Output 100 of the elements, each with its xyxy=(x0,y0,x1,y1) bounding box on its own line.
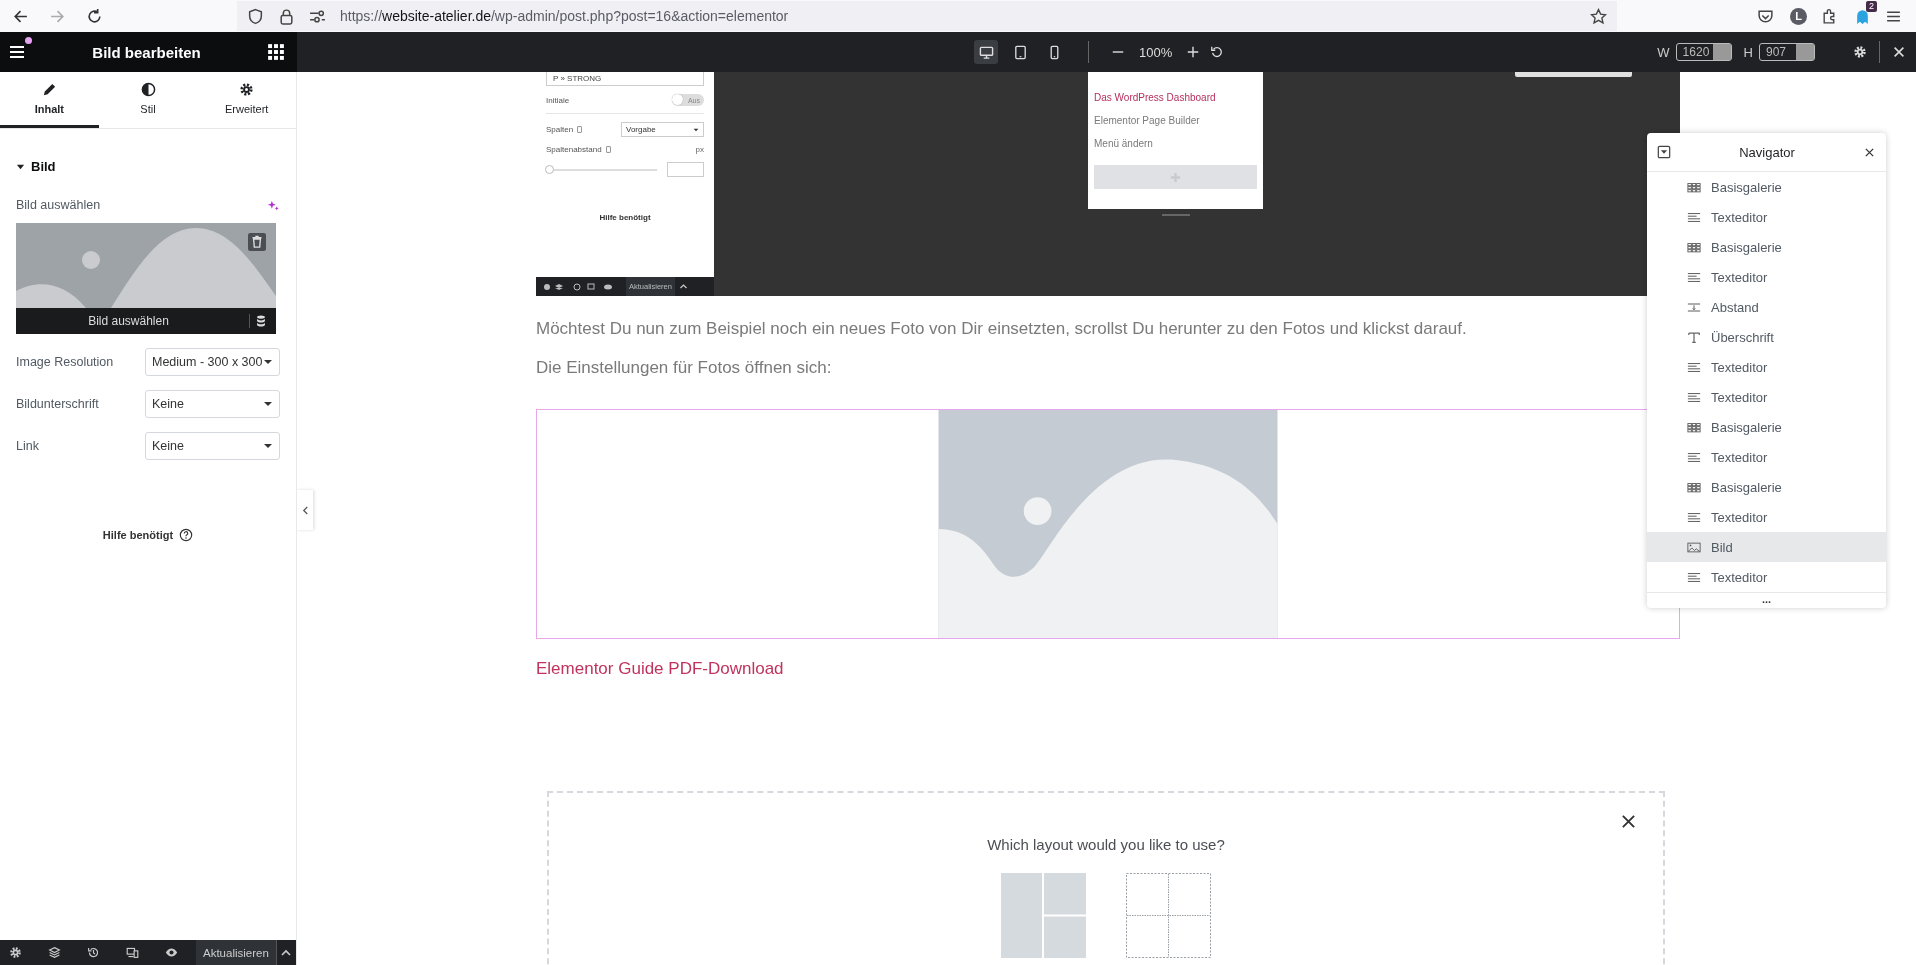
caret-icon xyxy=(16,162,25,171)
collapse-icon[interactable] xyxy=(1657,145,1671,159)
dropdown-caret-icon xyxy=(263,441,273,451)
navigator-item[interactable]: Überschrift xyxy=(1647,322,1886,352)
zoom-level: 100% xyxy=(1139,44,1173,60)
navigator-item[interactable]: Texteditor xyxy=(1647,262,1886,292)
layers-icon[interactable] xyxy=(48,946,61,959)
bookmark-star-icon[interactable] xyxy=(1590,7,1607,25)
lock-icon[interactable] xyxy=(278,7,295,25)
field-label: Image Resolution xyxy=(16,355,114,369)
text-lines-icon xyxy=(1687,211,1701,223)
number-field xyxy=(667,162,704,177)
dropdown-caret-icon xyxy=(263,399,273,409)
text-lines-icon xyxy=(1687,271,1701,283)
field-label: Link xyxy=(16,439,39,453)
notification-badge: 2 xyxy=(1866,0,1877,12)
help-icon[interactable] xyxy=(179,528,194,542)
text-lines-icon xyxy=(1687,451,1701,463)
address-bar[interactable]: https://website-atelier.de/wp-admin/post.php?post=16&action=elementor xyxy=(237,1,1617,31)
select-field[interactable]: Medium - 300 x 300 xyxy=(145,348,280,376)
navigator-item[interactable]: Texteditor xyxy=(1647,202,1886,232)
width-field[interactable]: 1620 xyxy=(1675,43,1732,61)
section-toggle[interactable]: Bild xyxy=(16,159,56,174)
unit-selector: px xyxy=(695,145,704,154)
navigator-item[interactable]: Texteditor xyxy=(1647,442,1886,472)
reset-icon[interactable] xyxy=(1210,45,1225,59)
panel-tab[interactable]: Erweitert xyxy=(197,72,296,128)
shield-icon[interactable] xyxy=(247,7,264,25)
text-lines-icon xyxy=(1687,511,1701,523)
help-link[interactable]: Hilfe benötigt xyxy=(102,529,174,541)
text-lines-icon xyxy=(1687,361,1701,373)
gallery-icon xyxy=(1687,181,1701,193)
reload-icon[interactable] xyxy=(86,7,103,25)
paragraph: Die Einstellungen für Fotos öffnen sich: xyxy=(536,357,833,379)
history-icon[interactable] xyxy=(87,946,100,959)
navigator-item[interactable]: Basisgalerie xyxy=(1647,172,1886,202)
navigator-item[interactable]: Texteditor xyxy=(1647,562,1886,592)
grid-layout-option[interactable] xyxy=(1126,873,1211,958)
setting-label: Spaltenabstand xyxy=(546,145,602,154)
resize-handle xyxy=(1162,214,1190,216)
url-text: https://website-atelier.de/wp-admin/post.php?post=16&action=elementor xyxy=(340,8,789,24)
gallery-icon xyxy=(1687,481,1701,493)
navigator-item[interactable]: Bild xyxy=(1647,532,1886,562)
heading-icon xyxy=(1687,331,1701,343)
more-indicator: ... xyxy=(1647,592,1886,608)
responsive-icon[interactable] xyxy=(126,946,139,959)
account-avatar[interactable]: L xyxy=(1790,7,1807,25)
download-link[interactable]: Elementor Guide PDF-Download xyxy=(536,659,784,679)
close-icon[interactable] xyxy=(1621,814,1636,829)
contrast-icon xyxy=(140,82,156,97)
paragraph: Möchtest Du nun zum Beispiel noch ein neues Foto von Dir einsetzten, scrollst Du herunter zu den Fotos und klickst darauf. xyxy=(536,318,1468,340)
permissions-icon[interactable] xyxy=(309,7,326,25)
pencil-icon xyxy=(41,82,57,97)
select-field: Vorgabe xyxy=(621,122,704,137)
navigator-item[interactable]: Texteditor xyxy=(1647,382,1886,412)
menu-icon[interactable] xyxy=(8,43,26,61)
update-button[interactable]: Aktualisieren xyxy=(196,940,276,965)
spacer-icon xyxy=(1687,301,1701,313)
breadcrumb-field: P » STRONG xyxy=(546,72,704,86)
gallery-icon xyxy=(1687,241,1701,253)
setting-label: Spalten xyxy=(546,125,574,134)
gear-icon xyxy=(239,82,255,97)
gallery-icon xyxy=(1687,421,1701,433)
database-icon[interactable] xyxy=(249,314,268,328)
select-field[interactable]: Keine xyxy=(145,432,280,460)
width-label: W xyxy=(1657,44,1670,60)
layout-question: Which layout would you like to use? xyxy=(987,836,1225,853)
navigator-item[interactable]: Basisgalerie xyxy=(1647,412,1886,442)
mobile-icon xyxy=(577,126,583,133)
dropdown-caret-icon xyxy=(263,357,273,367)
ghost-extension-icon[interactable] xyxy=(1854,7,1871,25)
zoom-in-icon[interactable] xyxy=(1186,45,1201,59)
navigator-item[interactable]: Abstand xyxy=(1647,292,1886,322)
panel-tab[interactable]: Inhalt xyxy=(0,72,99,128)
settings-icon[interactable] xyxy=(1853,45,1867,59)
mobile-icon xyxy=(605,146,611,153)
text-lines-icon xyxy=(1687,391,1701,403)
desktop-icon xyxy=(978,44,994,60)
select-field[interactable]: Keine xyxy=(145,390,280,418)
settings-icon[interactable] xyxy=(9,946,22,959)
delete-icon[interactable] xyxy=(248,233,266,251)
tablet-icon xyxy=(1012,44,1028,60)
preview-eye-icon[interactable] xyxy=(165,946,178,959)
pocket-icon[interactable] xyxy=(1757,7,1774,25)
panel-tab[interactable]: Stil xyxy=(98,72,198,128)
widgets-grid-icon[interactable] xyxy=(267,43,285,61)
image-label: Bild auswählen xyxy=(16,198,101,212)
navigator-title: Navigator xyxy=(1738,144,1796,160)
height-label: H xyxy=(1743,44,1753,60)
desktop-view-button[interactable] xyxy=(974,40,998,64)
navigator-item[interactable]: Basisgalerie xyxy=(1647,472,1886,502)
setting-label: Initiale xyxy=(546,95,570,105)
height-field[interactable]: 907 xyxy=(1759,43,1815,61)
text-lines-icon xyxy=(1687,571,1701,583)
navigator-item[interactable]: Texteditor xyxy=(1647,502,1886,532)
navigator-item[interactable]: Texteditor xyxy=(1647,352,1886,382)
field-label: Bildunterschrift xyxy=(16,397,99,411)
caret-icon xyxy=(678,282,688,291)
panel-title: Bild bearbeiten xyxy=(92,43,201,61)
navigator-item[interactable]: Basisgalerie xyxy=(1647,232,1886,262)
